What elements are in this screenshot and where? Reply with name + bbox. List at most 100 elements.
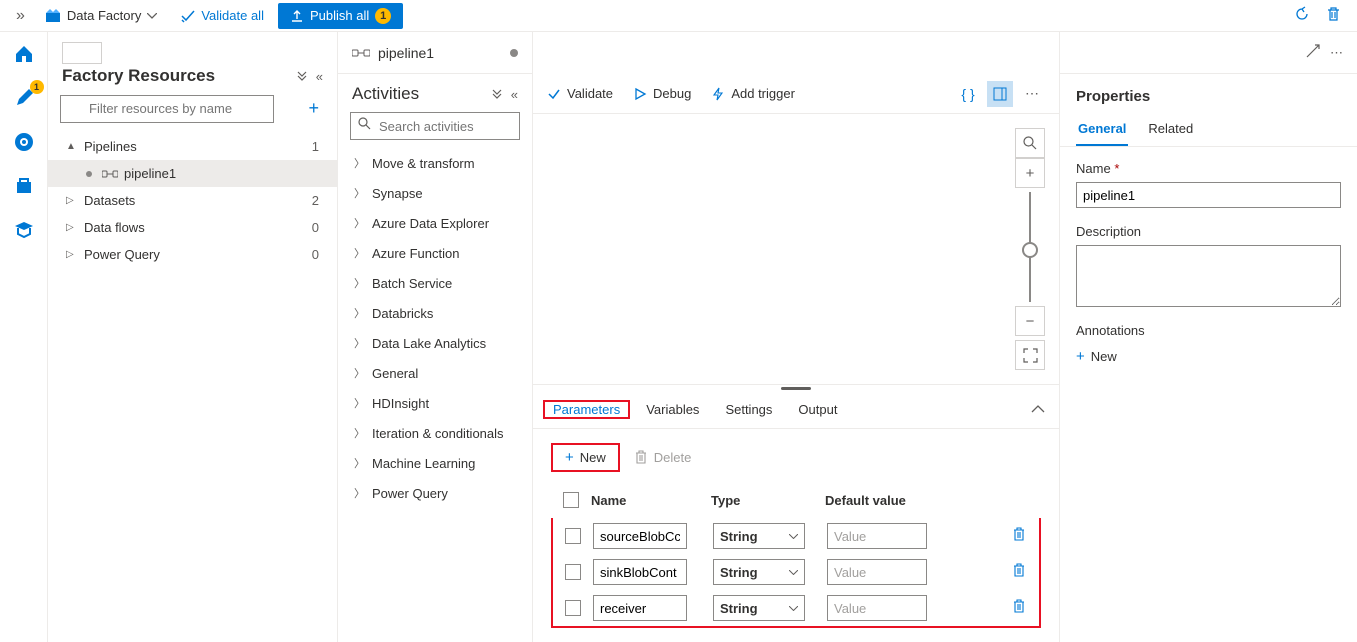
delete-parameter-button[interactable]: Delete — [634, 450, 692, 465]
param-type-select[interactable]: String — [713, 595, 805, 621]
zoom-in-button[interactable]: + — [1015, 158, 1045, 188]
tree-child-label: pipeline1 — [124, 166, 176, 181]
more-icon[interactable]: ⋯ — [1019, 81, 1045, 107]
learning-icon[interactable] — [10, 216, 38, 244]
tree-item-pipeline1[interactable]: pipeline1 — [48, 160, 337, 187]
row-delete-icon[interactable] — [999, 527, 1039, 545]
manage-icon[interactable] — [10, 172, 38, 200]
pipeline-tab[interactable]: pipeline1 — [338, 32, 532, 74]
select-all-checkbox[interactable] — [563, 492, 579, 508]
description-label: Description — [1076, 224, 1341, 239]
param-name-input[interactable] — [593, 523, 687, 549]
param-type-select[interactable]: String — [713, 523, 805, 549]
activity-category[interactable]: 〉HDInsight — [338, 388, 532, 418]
home-icon[interactable] — [10, 40, 38, 68]
zoom-slider[interactable] — [1029, 192, 1031, 302]
activity-category[interactable]: 〉Azure Data Explorer — [338, 208, 532, 238]
activity-category[interactable]: 〉General — [338, 358, 532, 388]
activity-category[interactable]: 〉Synapse — [338, 178, 532, 208]
param-row: String — [553, 518, 1039, 554]
param-default-input[interactable] — [827, 559, 927, 585]
activity-category[interactable]: 〉Iteration & conditionals — [338, 418, 532, 448]
lightning-icon — [711, 87, 725, 101]
center-area: Validate Debug Add trigger { } ⋯ — [533, 32, 1059, 642]
add-resource-button[interactable]: + — [302, 94, 325, 123]
publish-all-button[interactable]: Publish all 1 — [278, 3, 403, 29]
param-row: String — [553, 590, 1039, 626]
tab-variables[interactable]: Variables — [644, 394, 701, 425]
tab-output[interactable]: Output — [796, 394, 839, 425]
search-activities-input[interactable] — [350, 112, 520, 140]
search-zoom-icon[interactable] — [1015, 128, 1045, 158]
chevron-down-icon — [789, 534, 798, 539]
validate-button[interactable]: Validate — [547, 86, 613, 101]
activity-category[interactable]: 〉Power Query — [338, 478, 532, 508]
activity-category[interactable]: 〉Azure Function — [338, 238, 532, 268]
publish-all-label: Publish all — [310, 8, 369, 23]
collapse-activities-icon[interactable]: « — [511, 87, 518, 102]
top-toolbar: » Data Factory Validate all Publish all … — [0, 0, 1357, 32]
data-factory-label: Data Factory — [67, 8, 141, 23]
tab-parameters[interactable]: Parameters — [543, 400, 630, 419]
expand-chevrons-icon[interactable]: » — [10, 5, 31, 27]
activities-list: 〉Move & transform 〉Synapse 〉Azure Data E… — [338, 148, 532, 508]
data-factory-dropdown[interactable]: Data Factory — [35, 4, 167, 28]
activity-category[interactable]: 〉Databricks — [338, 298, 532, 328]
activity-category[interactable]: 〉Move & transform — [338, 148, 532, 178]
param-type-select[interactable]: String — [713, 559, 805, 585]
properties-tab-general[interactable]: General — [1076, 113, 1128, 146]
resources-panel: Factory Resources « + ▲Pipelines 1 — [48, 32, 338, 642]
tree-label: Pipelines — [84, 139, 137, 154]
row-checkbox[interactable] — [565, 528, 581, 544]
braces-icon[interactable]: { } — [955, 81, 981, 107]
tree-category-pipelines[interactable]: ▲Pipelines 1 — [48, 133, 337, 160]
tree-category-dataflows[interactable]: ▷Data flows 0 — [48, 214, 337, 241]
row-delete-icon[interactable] — [999, 563, 1039, 581]
row-checkbox[interactable] — [565, 600, 581, 616]
tree-label: Data flows — [84, 220, 145, 235]
filter-resources-input[interactable] — [60, 95, 274, 123]
row-delete-icon[interactable] — [999, 599, 1039, 617]
activity-category[interactable]: 〉Machine Learning — [338, 448, 532, 478]
activities-panel: pipeline1 Activities « 〉Move & transform… — [338, 32, 533, 642]
validate-all-button[interactable]: Validate all — [171, 4, 274, 27]
tree-category-datasets[interactable]: ▷Datasets 2 — [48, 187, 337, 214]
debug-button[interactable]: Debug — [633, 86, 691, 101]
tab-settings[interactable]: Settings — [723, 394, 774, 425]
activity-category[interactable]: 〉Batch Service — [338, 268, 532, 298]
new-annotation-button[interactable]: + New — [1076, 344, 1341, 365]
collapse-bottom-icon[interactable] — [1031, 401, 1045, 416]
chevrons-icon[interactable] — [491, 87, 503, 99]
data-factory-icon — [45, 8, 61, 24]
more-icon[interactable]: ⋯ — [1330, 45, 1343, 61]
validate-all-label: Validate all — [201, 8, 264, 23]
author-icon[interactable]: 1 — [10, 84, 38, 112]
new-parameter-button[interactable]: + New — [551, 443, 620, 472]
row-checkbox[interactable] — [565, 564, 581, 580]
description-textarea[interactable] — [1076, 245, 1341, 307]
zoom-thumb[interactable] — [1022, 242, 1038, 258]
tree-count: 0 — [312, 220, 319, 235]
monitor-icon[interactable] — [10, 128, 38, 156]
properties-toggle-icon[interactable] — [987, 81, 1013, 107]
param-default-input[interactable] — [827, 595, 927, 621]
delete-icon[interactable] — [1322, 2, 1345, 30]
chevron-down-icon — [789, 570, 798, 575]
zoom-out-button[interactable]: − — [1015, 306, 1045, 336]
properties-tab-related[interactable]: Related — [1146, 113, 1195, 146]
fit-to-screen-icon[interactable] — [1015, 340, 1045, 370]
pipeline-canvas[interactable]: + − — [533, 114, 1059, 384]
add-trigger-button[interactable]: Add trigger — [711, 86, 795, 101]
activity-category[interactable]: 〉Data Lake Analytics — [338, 328, 532, 358]
check-icon — [547, 87, 561, 101]
tree-label: Datasets — [84, 193, 135, 208]
name-input[interactable] — [1076, 182, 1341, 208]
tree-category-powerquery[interactable]: ▷Power Query 0 — [48, 241, 337, 268]
expand-icon[interactable] — [1306, 44, 1320, 61]
param-default-input[interactable] — [827, 523, 927, 549]
chevrons-icon[interactable] — [296, 69, 308, 81]
refresh-icon[interactable] — [1290, 2, 1314, 30]
param-name-input[interactable] — [593, 595, 687, 621]
collapse-panel-icon[interactable]: « — [316, 69, 323, 84]
param-name-input[interactable] — [593, 559, 687, 585]
